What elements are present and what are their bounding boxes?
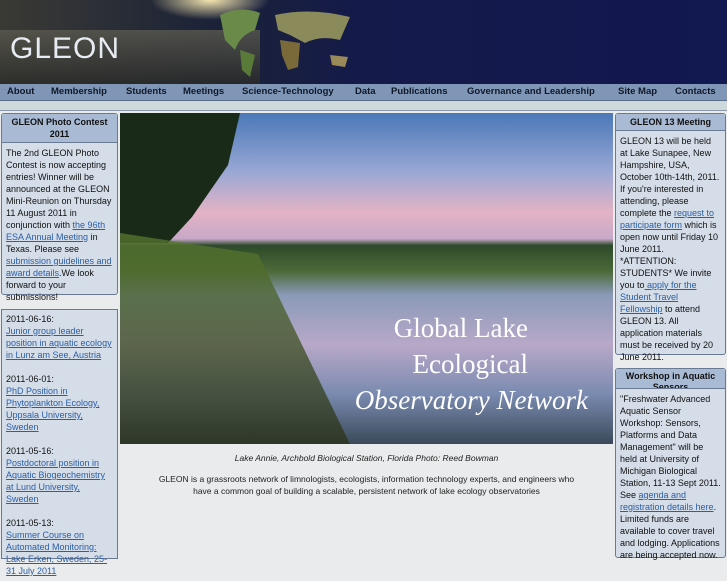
news-item: 2011-05-16: Postdoctoral position in Aqua… — [6, 445, 113, 505]
nav-contacts[interactable]: Contacts — [675, 86, 716, 97]
hero-title-line1: Global Lake — [393, 313, 528, 343]
workshop-panel: Workshop in Aquatic Sensors "Freshwater … — [615, 368, 726, 560]
gleon-description: GLEON is a grassroots network of limnolo… — [158, 474, 575, 496]
nav-data[interactable]: Data — [355, 86, 376, 97]
panel-title: GLEON Photo Contest 2011 — [2, 114, 117, 143]
gleon13-panel: GLEON 13 Meeting GLEON 13 will be held a… — [615, 113, 726, 362]
hero-title-line3: Observatory Network — [354, 385, 588, 415]
nav-membership[interactable]: Membership — [51, 86, 107, 97]
news-link[interactable]: PhD Position in Phytoplankton Ecology, U… — [6, 386, 99, 432]
news-link[interactable]: Junior group leader position in aquatic … — [6, 326, 112, 360]
main-nav: About Membership Students Meetings Scien… — [0, 84, 727, 101]
news-panel: 2011-06-16: Junior group leader position … — [1, 309, 118, 576]
panel-body: GLEON 13 will be held at Lake Sunapee, N… — [616, 131, 725, 367]
news-link[interactable]: Summer Course on Automated Monitoring: L… — [6, 530, 107, 576]
nav-governance[interactable]: Governance and Leadership — [467, 86, 595, 97]
nav-site-map[interactable]: Site Map — [618, 86, 657, 97]
hero-photo: Global Lake Ecological Observatory Netwo… — [120, 113, 613, 444]
news-item: 2011-06-16: Junior group leader position … — [6, 313, 113, 361]
panel-title: Workshop in Aquatic Sensors — [616, 369, 725, 389]
text: GLEON 13 will be held at Lake Sunapee, N… — [620, 136, 720, 218]
news-list: 2011-06-16: Junior group leader position … — [2, 310, 117, 581]
panel-title: GLEON 13 Meeting — [616, 114, 725, 131]
photo-caption: Lake Annie, Archbold Biological Station,… — [234, 453, 499, 463]
nav-students[interactable]: Students — [126, 86, 167, 97]
panel-body: The 2nd GLEON Photo Contest is now accep… — [2, 143, 117, 307]
panel-body: "Freshwater Advanced Aquatic Sensor Work… — [616, 389, 725, 565]
text: The 2nd GLEON Photo Contest is now accep… — [6, 148, 112, 230]
text: "Freshwater Advanced Aquatic Sensor Work… — [620, 394, 721, 500]
news-item: 2011-05-13: Summer Course on Automated Mo… — [6, 517, 113, 577]
nav-meetings[interactable]: Meetings — [183, 86, 224, 97]
news-date: 2011-05-13: — [6, 518, 54, 528]
news-date: 2011-05-16: — [6, 446, 54, 456]
photo-contest-panel: GLEON Photo Contest 2011 The 2nd GLEON P… — [1, 113, 118, 302]
hero-title-line2: Ecological — [412, 349, 528, 379]
site-header: GLEON — [0, 0, 727, 84]
nav-publications[interactable]: Publications — [391, 86, 447, 97]
news-link[interactable]: Postdoctoral position in Aquatic Biogeoc… — [6, 458, 105, 504]
gleon-logo[interactable]: GLEON — [10, 32, 120, 66]
news-date: 2011-06-16: — [6, 314, 54, 324]
news-date: 2011-06-01: — [6, 374, 54, 384]
nav-about[interactable]: About — [7, 86, 34, 97]
nav-science-technology[interactable]: Science-Technology — [242, 86, 334, 97]
news-item: 2011-06-01: PhD Position in Phytoplankton… — [6, 373, 113, 433]
photo-trees — [120, 113, 240, 243]
photo-grass — [120, 233, 350, 444]
world-map-icon — [220, 9, 350, 77]
nav-spacer — [0, 101, 727, 111]
